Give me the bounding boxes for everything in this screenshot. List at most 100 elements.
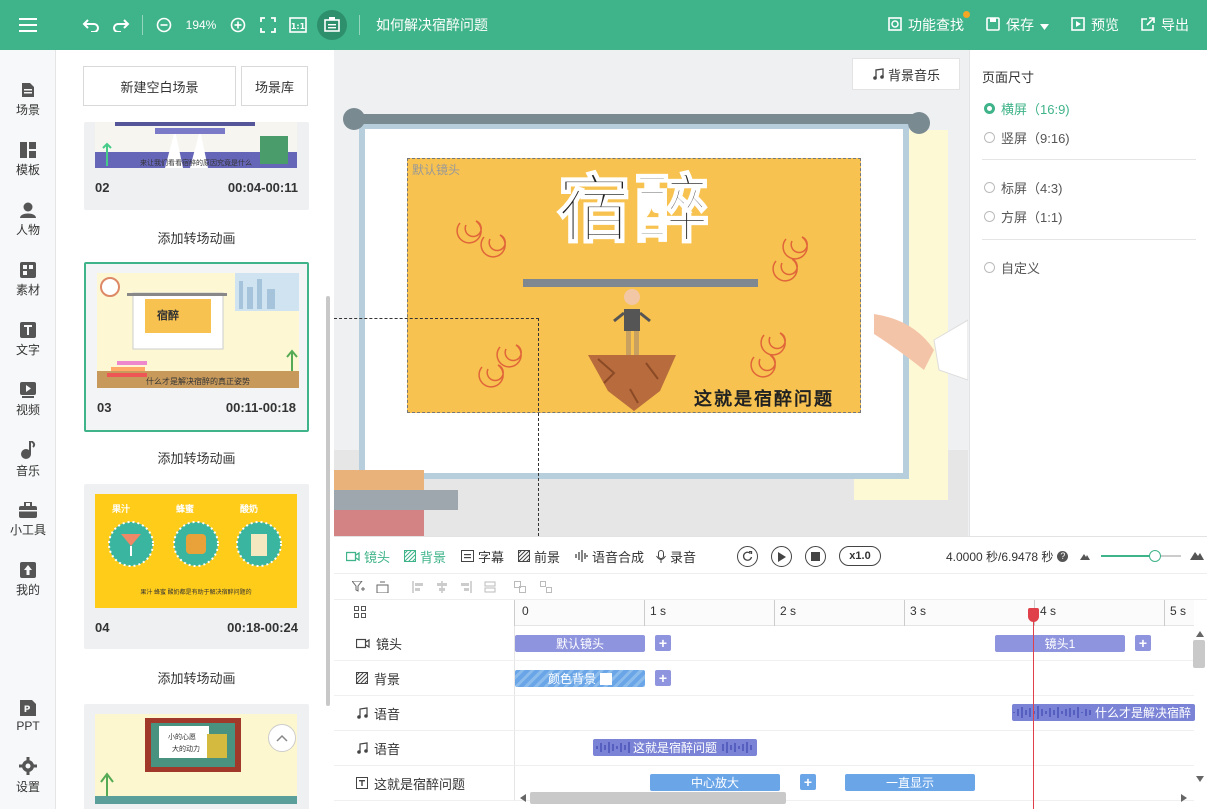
help-icon[interactable]: ?	[1057, 550, 1069, 562]
playhead-handle[interactable]	[1028, 608, 1039, 622]
playhead-line[interactable]	[1033, 608, 1034, 809]
add-effect-button[interactable]: +	[800, 774, 816, 790]
clip-voice-2[interactable]: 这就是宿醉问题	[593, 739, 757, 756]
nav-item-text[interactable]: 文字	[0, 312, 56, 368]
add-transition-link[interactable]: 添加转场动画	[84, 228, 309, 247]
nav-item-material[interactable]: 素材	[0, 252, 56, 308]
scene-card-02[interactable]: 来让我们看看宿醉的原因究竟是什么 02 00:04-00:11	[84, 122, 309, 210]
radio-label: 标屏（4:3)	[1001, 181, 1063, 196]
scroll-top-button[interactable]	[268, 724, 296, 752]
redo-icon[interactable]	[106, 10, 136, 40]
timeline-body: 0 1 s 2 s 3 s 4 s 5 s 镜头 背景 语音 语音 这就是宿醉问…	[334, 600, 1207, 809]
tab-subtitle[interactable]: 字幕	[461, 537, 504, 575]
track-label-text[interactable]: 这就是宿醉问题	[334, 766, 514, 801]
add-lens-button[interactable]: +	[655, 635, 671, 651]
scene-card-03[interactable]: 宿醉 什么才是解决宿醉的真正姿势 03 00:11-00:18	[84, 262, 309, 432]
track-label-background[interactable]: 背景	[334, 661, 514, 696]
play-button[interactable]	[771, 546, 792, 567]
nav-item-video[interactable]: 视频	[0, 372, 56, 428]
clip-color-background[interactable]: 颜色背景	[515, 670, 645, 687]
zoom-slider-handle[interactable]	[1149, 550, 1161, 562]
bgm-label: 背景音乐	[887, 67, 940, 83]
track-name: 背景	[374, 671, 401, 687]
clip-default-lens[interactable]: 默认镜头	[515, 635, 645, 652]
track-label-lens[interactable]: 镜头	[334, 626, 514, 661]
clip-voice-1[interactable]: 什么才是解决宿醉	[1012, 704, 1195, 721]
scene-card-04[interactable]: 果汁 蜂蜜 酸奶 果汁 蜂蜜 酸奶都是有助于解决宿醉问题的 04 00:18-0…	[84, 484, 309, 649]
clip-lens-1[interactable]: 镜头1	[995, 635, 1125, 652]
export-button[interactable]: 导出	[1141, 15, 1189, 35]
clip-text-enter[interactable]: 中心放大	[650, 774, 780, 791]
nav-item-scene[interactable]: 场景	[0, 72, 56, 128]
tab-tts[interactable]: 语音合成	[575, 537, 644, 575]
selection-frame	[334, 318, 539, 536]
nav-label: 模板	[15, 163, 40, 177]
nav-label: 设置	[15, 780, 40, 794]
timeline-vscroll[interactable]	[1193, 640, 1205, 668]
scene-library-button[interactable]: 场景库	[241, 66, 308, 106]
nav-item-template[interactable]: 模板	[0, 132, 56, 188]
add-lens-button[interactable]: +	[1135, 635, 1151, 651]
timeline-hscroll[interactable]	[530, 792, 786, 804]
tab-record[interactable]: 录音	[656, 537, 696, 575]
add-background-button[interactable]: +	[655, 670, 671, 686]
add-transition-link[interactable]: 添加转场动画	[84, 448, 309, 467]
tab-foreground[interactable]: 前景	[518, 537, 560, 575]
microphone-icon	[656, 549, 666, 563]
nav-item-ppt[interactable]: P PPT	[0, 688, 56, 744]
undo-icon[interactable]	[76, 10, 106, 40]
material-icon	[20, 262, 36, 278]
divider	[359, 15, 360, 35]
document-title[interactable]: 如何解决宿醉问题	[376, 15, 488, 35]
radio-label: 自定义	[1001, 261, 1041, 276]
tab-lens[interactable]: 镜头	[346, 537, 390, 575]
replay-button[interactable]	[737, 546, 758, 567]
tab-background[interactable]: 背景	[404, 537, 446, 575]
nav-item-mine[interactable]: 我的	[0, 552, 56, 608]
nav-label: 我的	[15, 583, 40, 597]
scene-card-05[interactable]: 小的心愿 大的动力	[84, 704, 309, 809]
radio-square[interactable]: 方屏（1:1)	[984, 207, 1062, 226]
save-button[interactable]: 保存	[986, 15, 1049, 35]
video-icon	[20, 382, 36, 398]
text-box-icon	[356, 777, 368, 789]
track-label-voice[interactable]: 语音	[334, 731, 514, 766]
scenes-scrollbar[interactable]	[326, 296, 330, 706]
add-track-icon	[376, 581, 389, 593]
subtitle-icon	[461, 550, 474, 562]
zoom-in-icon[interactable]	[223, 10, 253, 40]
radio-portrait[interactable]: 竖屏（9:16)	[984, 128, 1070, 147]
new-blank-scene-button[interactable]: 新建空白场景	[83, 66, 236, 106]
track-row-voice-2: 这就是宿醉问题	[514, 731, 1194, 766]
subtitle-mode-icon[interactable]	[317, 10, 347, 40]
track-label-voice[interactable]: 语音	[334, 696, 514, 731]
distribute-icon	[484, 581, 496, 593]
nav-label: 人物	[15, 223, 40, 237]
time-ruler[interactable]: 0 1 s 2 s 3 s 4 s 5 s	[514, 600, 1194, 626]
time-text: 4.0000 秒/6.9478 秒	[946, 549, 1054, 564]
radio-custom[interactable]: 自定义	[984, 258, 1040, 277]
speed-button[interactable]: x1.0	[839, 546, 881, 566]
menu-icon[interactable]	[0, 0, 56, 50]
subtitle-text[interactable]: 这就是宿醉问题	[694, 385, 834, 411]
fullscreen-icon[interactable]	[253, 10, 283, 40]
nav-item-toolbox[interactable]: 小工具	[0, 492, 56, 548]
nav-item-music[interactable]: 音乐	[0, 432, 56, 488]
mountain-large-icon	[1190, 552, 1204, 560]
hatch-icon	[404, 550, 416, 562]
tick-label: 1 s	[650, 604, 667, 618]
background-music-button[interactable]: 背景音乐	[852, 58, 960, 90]
clip-text-stay[interactable]: 一直显示	[845, 774, 975, 791]
add-transition-link[interactable]: 添加转场动画	[84, 668, 309, 687]
radio-standard[interactable]: 标屏（4:3)	[984, 178, 1062, 197]
nav-item-settings[interactable]: 设置	[0, 748, 56, 804]
preview-button[interactable]: 预览	[1071, 15, 1119, 35]
zoom-out-icon[interactable]	[149, 10, 179, 40]
radio-landscape[interactable]: 横屏（16:9)	[984, 99, 1070, 118]
scroll-right-arrow-icon	[1181, 794, 1187, 802]
stop-button[interactable]	[805, 546, 826, 567]
feature-search-button[interactable]: 功能查找	[888, 11, 970, 35]
title-text[interactable]: 宿醉	[408, 168, 862, 252]
actual-size-icon[interactable]: 1:1	[283, 10, 313, 40]
nav-item-person[interactable]: 人物	[0, 192, 56, 248]
